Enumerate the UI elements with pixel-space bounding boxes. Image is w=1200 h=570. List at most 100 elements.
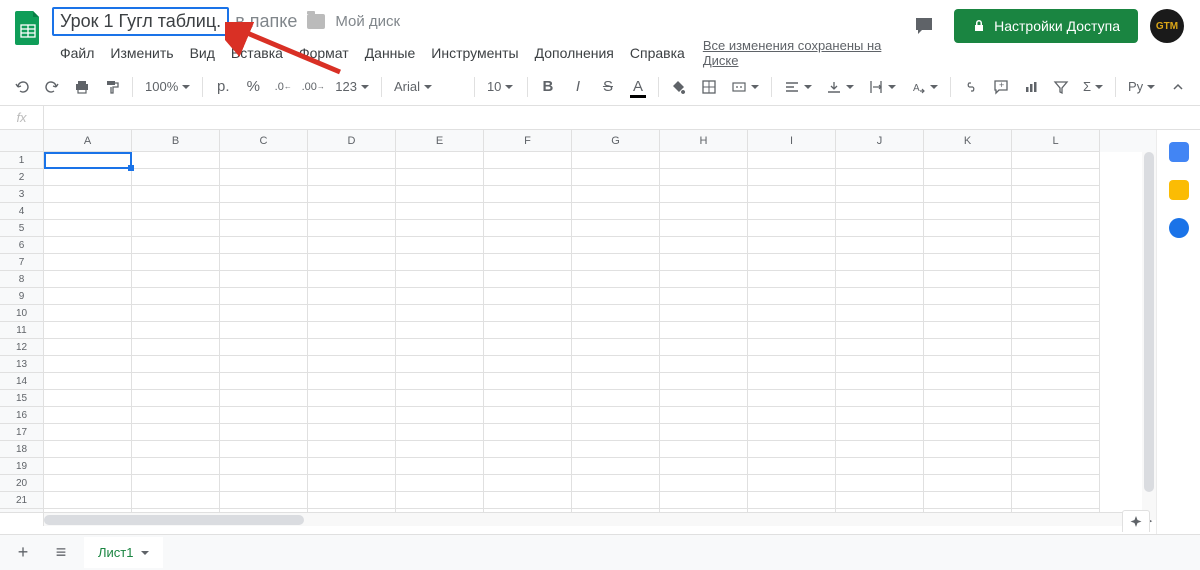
cell[interactable] [836,356,924,373]
cell[interactable] [748,186,836,203]
cell[interactable] [660,288,748,305]
cell[interactable] [836,339,924,356]
cell[interactable] [572,254,660,271]
cell[interactable] [836,458,924,475]
column-header[interactable]: J [836,130,924,152]
doc-title-input[interactable]: Урок 1 Гугл таблиц. [52,7,229,36]
cell[interactable] [484,509,572,512]
cell[interactable] [660,203,748,220]
cell[interactable] [660,356,748,373]
cell[interactable] [836,441,924,458]
cell[interactable] [308,186,396,203]
cell[interactable] [44,220,132,237]
row-header[interactable]: 7 [0,254,44,271]
sheet-tab-1[interactable]: Лист1 [84,537,163,568]
strikethrough-button[interactable]: S [594,73,622,101]
cell[interactable] [748,441,836,458]
folder-icon[interactable] [307,14,325,29]
row-header[interactable]: 12 [0,339,44,356]
font-size-select[interactable]: 10 [481,74,521,100]
menu-data[interactable]: Данные [357,41,424,65]
cell[interactable] [572,475,660,492]
cell[interactable] [924,271,1012,288]
cell[interactable] [308,356,396,373]
all-sheets-button[interactable]: ≡ [46,538,76,568]
cell[interactable] [572,509,660,512]
cell[interactable] [572,356,660,373]
cell[interactable] [572,492,660,509]
cell[interactable] [308,220,396,237]
cell[interactable] [396,169,484,186]
cell[interactable] [836,220,924,237]
menu-format[interactable]: Формат [291,41,357,65]
cell[interactable] [660,220,748,237]
cell[interactable] [220,373,308,390]
decrease-decimal-button[interactable]: .0← [269,73,297,101]
cell[interactable] [220,509,308,512]
cell[interactable] [396,271,484,288]
cell[interactable] [132,441,220,458]
folder-name[interactable]: Мой диск [335,13,400,30]
row-header[interactable]: 3 [0,186,44,203]
cell[interactable] [220,186,308,203]
cell[interactable] [660,492,748,509]
cell[interactable] [220,152,308,169]
cell[interactable] [396,424,484,441]
comments-button[interactable] [906,8,942,44]
cell[interactable] [396,458,484,475]
cell[interactable] [660,186,748,203]
cell[interactable] [836,186,924,203]
cell[interactable] [44,373,132,390]
column-header[interactable]: A [44,130,132,152]
cell[interactable] [484,458,572,475]
cell[interactable] [220,390,308,407]
column-header[interactable]: H [660,130,748,152]
explore-button[interactable] [1122,510,1150,532]
cell[interactable] [44,254,132,271]
cell[interactable] [748,509,836,512]
cell[interactable] [132,271,220,288]
cell[interactable] [748,152,836,169]
cell[interactable] [924,492,1012,509]
cell[interactable] [1012,322,1100,339]
cell[interactable] [836,288,924,305]
cell[interactable] [660,441,748,458]
cell[interactable] [220,220,308,237]
menu-file[interactable]: Файл [52,41,102,65]
cell[interactable] [924,203,1012,220]
cell[interactable] [132,203,220,220]
cell[interactable] [44,203,132,220]
cell[interactable] [660,237,748,254]
cell[interactable] [132,407,220,424]
cell[interactable] [132,220,220,237]
cell[interactable] [924,407,1012,424]
cell[interactable] [572,458,660,475]
print-button[interactable] [68,73,96,101]
text-color-button[interactable]: A [624,73,652,101]
cell[interactable] [572,424,660,441]
cell[interactable] [132,475,220,492]
cell[interactable] [748,424,836,441]
cell[interactable] [484,152,572,169]
cell[interactable] [396,509,484,512]
cell[interactable] [44,509,132,512]
cell[interactable] [660,458,748,475]
cell[interactable] [44,169,132,186]
column-header[interactable]: I [748,130,836,152]
percent-button[interactable]: % [239,73,267,101]
cell[interactable] [308,424,396,441]
cell[interactable] [484,271,572,288]
row-header[interactable]: 15 [0,390,44,407]
cell[interactable] [1012,458,1100,475]
cell[interactable] [836,492,924,509]
cell[interactable] [44,441,132,458]
cell[interactable] [836,322,924,339]
cell[interactable] [1012,492,1100,509]
sheets-logo[interactable] [8,8,48,48]
cell[interactable] [924,305,1012,322]
cell[interactable] [924,186,1012,203]
cell[interactable] [660,169,748,186]
italic-button[interactable]: I [564,73,592,101]
cell[interactable] [44,407,132,424]
row-header[interactable]: 19 [0,458,44,475]
